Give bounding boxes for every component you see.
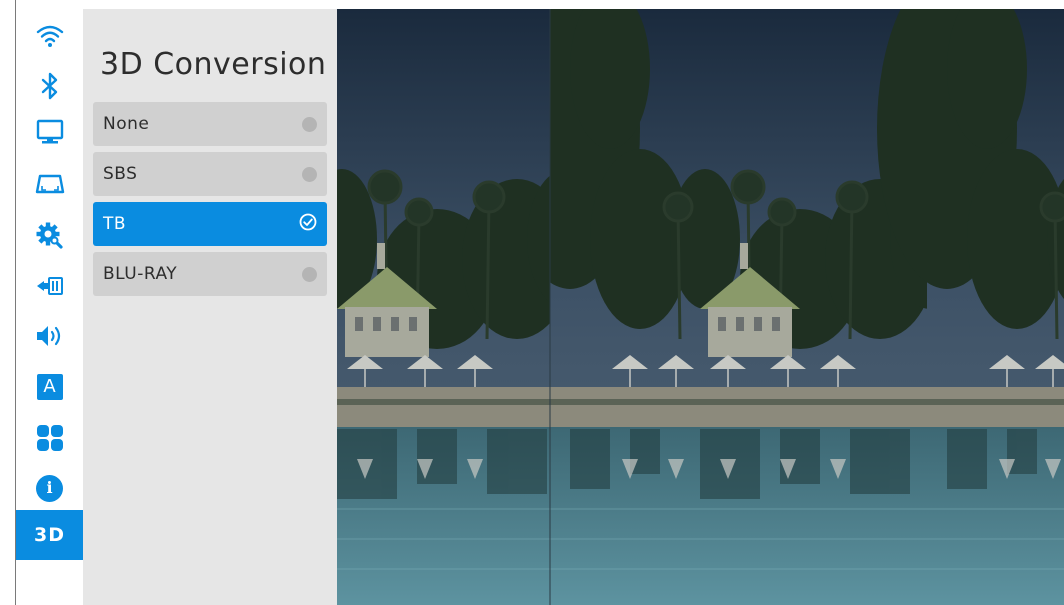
keystone-icon [35, 173, 65, 195]
sidebar-item-3d[interactable]: 3D [16, 510, 83, 560]
option-sbs[interactable]: SBS [93, 152, 327, 196]
3d-icon: 3D [34, 524, 65, 546]
apps-icon [36, 424, 64, 452]
sidebar-item-audio[interactable] [16, 311, 83, 361]
3d-conversion-panel: 3D Conversion None SBS TB BLU-RAY [83, 9, 337, 605]
option-none[interactable]: None [93, 102, 327, 146]
sidebar-item-keystone[interactable] [16, 159, 83, 209]
info-icon: i [36, 474, 63, 502]
bluetooth-icon [39, 72, 61, 100]
sidebar-item-bluetooth[interactable] [16, 61, 83, 111]
monitor-icon [36, 119, 64, 145]
language-icon: A [36, 374, 63, 400]
radio-unselected-icon [302, 266, 317, 282]
sidebar-item-display[interactable] [16, 107, 83, 157]
settings-sidebar: A i 3D [16, 9, 83, 605]
sidebar-item-settings[interactable] [16, 211, 83, 261]
option-label: SBS [103, 164, 138, 184]
check-circle-icon [299, 213, 317, 235]
sidebar-item-wifi[interactable] [16, 11, 83, 61]
wifi-icon [36, 24, 64, 48]
input-source-icon [35, 275, 65, 297]
option-blu-ray[interactable]: BLU-RAY [93, 252, 327, 296]
3d-preview-image [337, 9, 1064, 605]
sidebar-item-apps[interactable] [16, 413, 83, 463]
speaker-icon [35, 323, 65, 349]
panel-title: 3D Conversion [100, 47, 327, 82]
sidebar-item-language[interactable]: A [16, 362, 83, 412]
sidebar-item-input[interactable] [16, 261, 83, 311]
radio-unselected-icon [302, 116, 317, 132]
option-label: BLU-RAY [103, 264, 178, 284]
option-label: None [103, 114, 150, 134]
sidebar-item-info[interactable]: i [16, 463, 83, 513]
radio-unselected-icon [302, 166, 317, 182]
settings-gear-icon [36, 222, 64, 250]
option-tb[interactable]: TB [93, 202, 327, 246]
option-label: TB [103, 214, 127, 234]
preview-scene [337, 9, 1064, 605]
